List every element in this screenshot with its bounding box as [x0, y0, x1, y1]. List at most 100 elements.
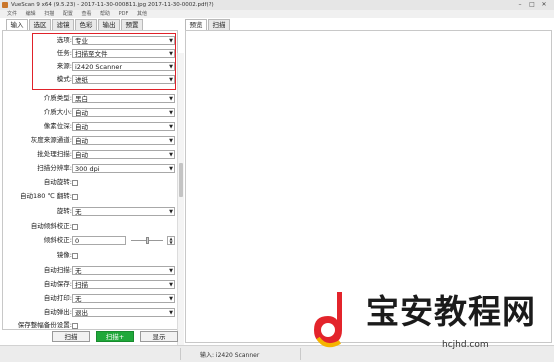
- setting-row-resolution: 扫描分辨率: 300 dpi ▼: [3, 163, 179, 174]
- bit-depth-value: 自动: [75, 123, 88, 131]
- auto-eject-dropdown[interactable]: 退出 ▼: [72, 308, 175, 317]
- menu-scan[interactable]: 扫描: [44, 10, 54, 18]
- menu-bar: 文件 编辑 扫描 配置 查看 帮助 PDF 其他: [0, 10, 554, 18]
- media-value: 黑白: [75, 95, 88, 103]
- setting-row-auto-rotate: 自动旋转:: [3, 177, 179, 188]
- batch-label: 批处理扫描:: [37, 150, 72, 158]
- auto-rotate-label: 自动旋转:: [43, 178, 72, 186]
- watermark-url: hcjhd.com: [442, 340, 489, 350]
- chevron-down-icon: ▼: [169, 310, 173, 316]
- setting-row-gray-channel: 灰度来源通道: 自动 ▼: [3, 135, 179, 146]
- menu-help[interactable]: 帮助: [100, 10, 110, 18]
- setting-row-auto-deskew: 自动倾斜校正:: [3, 221, 179, 232]
- mirror-checkbox[interactable]: [72, 253, 78, 259]
- gray-channel-value: 自动: [75, 137, 88, 145]
- menu-profiles[interactable]: 配置: [63, 10, 73, 18]
- auto-print-label: 自动打印:: [43, 294, 72, 302]
- media-dropdown[interactable]: 黑白 ▼: [72, 94, 175, 103]
- setting-row-bit-depth: 像素位深: 自动 ▼: [3, 121, 179, 132]
- rotation-dropdown[interactable]: 无 ▼: [72, 207, 175, 216]
- tab-prefs[interactable]: 预置: [121, 19, 143, 30]
- setting-row-auto-scan: 自动扫描: 无 ▼: [3, 265, 179, 276]
- setting-row-media: 介质类型: 黑白 ▼: [3, 93, 179, 104]
- batch-dropdown[interactable]: 自动 ▼: [72, 150, 175, 159]
- minimize-button[interactable]: –: [514, 1, 526, 9]
- menu-pdf[interactable]: PDF: [119, 10, 129, 18]
- chevron-down-icon: ▼: [169, 152, 173, 158]
- menu-file[interactable]: 文件: [7, 10, 17, 18]
- chevron-down-icon: ▼: [169, 124, 173, 130]
- resolution-dropdown[interactable]: 300 dpi ▼: [72, 164, 175, 173]
- mirror-label: 镜像:: [56, 251, 72, 259]
- media-size-dropdown[interactable]: 自动 ▼: [72, 108, 175, 117]
- chevron-down-icon: ▼: [169, 110, 173, 116]
- setting-row-media-size: 介质大小: 自动 ▼: [3, 107, 179, 118]
- show-button[interactable]: 显示: [140, 331, 178, 342]
- setting-row-batch: 批处理扫描: 自动 ▼: [3, 149, 179, 160]
- setting-row-rotation: 旋转: 无 ▼: [3, 206, 179, 217]
- setting-row-keep-uncropped: 保存整幅备份设置:: [3, 320, 179, 331]
- setting-row-mirror: 镜像:: [3, 250, 179, 261]
- chevron-down-icon: ▼: [169, 166, 173, 172]
- auto-scan-dropdown[interactable]: 无 ▼: [72, 266, 175, 275]
- deskew-label: 倾斜校正:: [43, 236, 72, 244]
- auto-save-label: 自动保存:: [43, 280, 72, 288]
- watermark-logo-icon: [314, 292, 342, 348]
- chevron-down-icon: ▼: [169, 138, 173, 144]
- auto-180-label: 自动180 ℃ 翻转:: [19, 192, 72, 200]
- rotation-label: 旋转:: [56, 207, 72, 215]
- auto-eject-value: 退出: [75, 309, 88, 317]
- auto-scan-value: 无: [75, 267, 82, 275]
- window-title: VueScan 9 x64 (9.5.23) - 2017-11-30-0008…: [11, 2, 214, 8]
- deskew-spinner[interactable]: ▲ ▼: [167, 236, 175, 245]
- scan-plus-button[interactable]: 扫描+: [96, 331, 134, 342]
- tab-filter[interactable]: 滤镜: [52, 19, 74, 30]
- auto-rotate-checkbox[interactable]: [72, 180, 78, 186]
- scrollbar-thumb[interactable]: [179, 163, 183, 197]
- tab-output[interactable]: 输出: [98, 19, 120, 30]
- highlight-box: [32, 33, 176, 90]
- menu-other[interactable]: 其他: [137, 10, 147, 18]
- tab-scan[interactable]: 扫描: [208, 19, 230, 30]
- auto-scan-label: 自动扫描:: [43, 266, 72, 274]
- setting-row-deskew: 倾斜校正: 0 ▲ ▼: [3, 235, 179, 246]
- chevron-down-icon: ▼: [169, 282, 173, 288]
- rotation-value: 无: [75, 208, 82, 216]
- maximize-button[interactable]: □: [526, 1, 538, 9]
- title-bar: VueScan 9 x64 (9.5.23) - 2017-11-30-0008…: [0, 0, 554, 10]
- auto-deskew-label: 自动倾斜校正:: [30, 222, 72, 230]
- keep-uncropped-checkbox[interactable]: [72, 323, 78, 329]
- auto-save-dropdown[interactable]: 扫描 ▼: [72, 280, 175, 289]
- tab-color[interactable]: 色彩: [75, 19, 97, 30]
- auto-save-value: 扫描: [75, 281, 88, 289]
- auto-print-dropdown[interactable]: 无 ▼: [72, 294, 175, 303]
- menu-view[interactable]: 查看: [81, 10, 91, 18]
- window-controls: – □ ✕: [514, 1, 550, 9]
- watermark-title: 宝安教程网: [366, 292, 536, 331]
- gray-channel-dropdown[interactable]: 自动 ▼: [72, 136, 175, 145]
- scan-button[interactable]: 扫描: [52, 331, 90, 342]
- chevron-down-icon: ▼: [169, 96, 173, 102]
- bit-depth-dropdown[interactable]: 自动 ▼: [72, 122, 175, 131]
- auto-deskew-checkbox[interactable]: [72, 224, 78, 230]
- setting-row-auto-eject: 自动弹出: 退出 ▼: [3, 307, 179, 318]
- setting-row-auto-save: 自动保存: 扫描 ▼: [3, 279, 179, 290]
- chevron-down-icon: ▼: [169, 296, 173, 302]
- deskew-slider-handle[interactable]: [146, 237, 149, 244]
- deskew-input[interactable]: 0: [72, 236, 126, 245]
- media-size-label: 介质大小:: [43, 108, 72, 116]
- settings-scrollbar[interactable]: [177, 53, 184, 359]
- auto-print-value: 无: [75, 295, 82, 303]
- bit-depth-label: 像素位深:: [43, 122, 72, 130]
- app-icon: [2, 2, 8, 8]
- batch-value: 自动: [75, 151, 88, 159]
- close-button[interactable]: ✕: [538, 1, 550, 9]
- menu-edit[interactable]: 编辑: [26, 10, 36, 18]
- gray-channel-label: 灰度来源通道:: [30, 136, 72, 144]
- media-label: 介质类型:: [43, 94, 72, 102]
- tab-crop[interactable]: 选区: [29, 19, 51, 30]
- watermark: 宝安教程网 hcjhd.com: [300, 288, 554, 361]
- chevron-down-icon: ▼: [169, 268, 173, 274]
- auto-180-checkbox[interactable]: [72, 194, 78, 200]
- status-text: 输入: i2420 Scanner: [200, 352, 260, 359]
